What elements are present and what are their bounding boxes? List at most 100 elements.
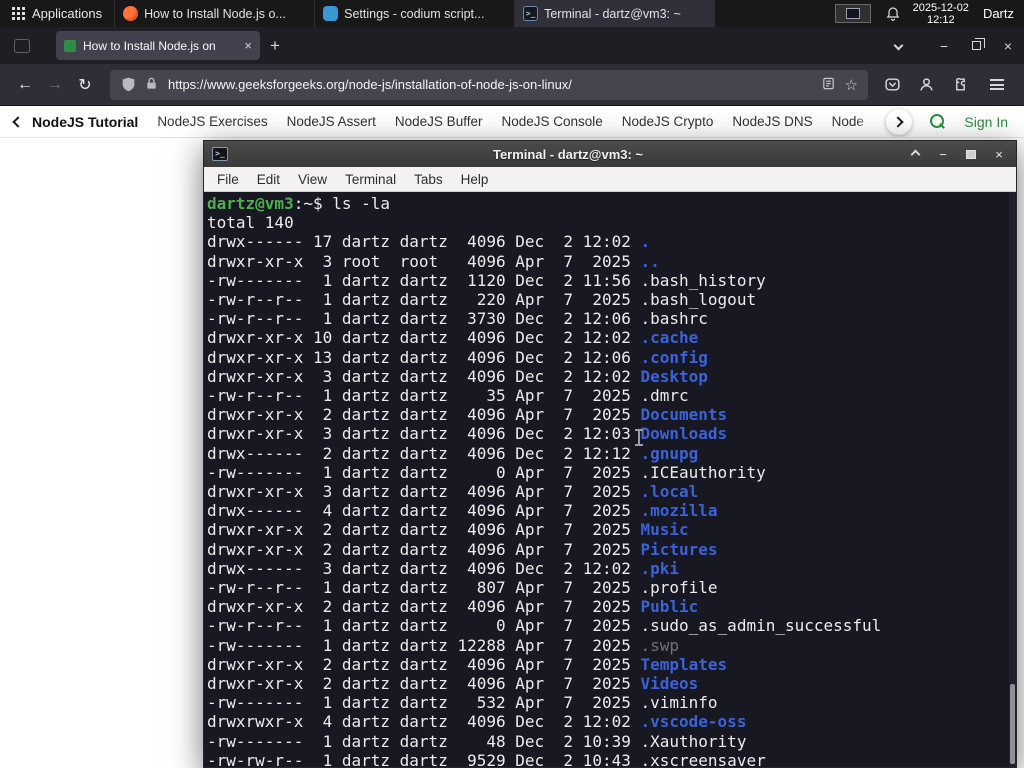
nav-link[interactable]: NodeJS Buffer [395, 114, 483, 129]
terminal-line: -rw-r--r-- 1 dartz dartz 220 Apr 7 2025 … [207, 290, 757, 310]
terminal-menu-file[interactable]: File [208, 172, 248, 187]
forward-button[interactable]: → [40, 76, 70, 94]
terminal-menubar: File Edit View Terminal Tabs Help [204, 167, 1016, 192]
terminal-line: dartz@vm3:~$ ls -la [207, 194, 391, 213]
mouse-cursor-ibeam [635, 429, 643, 446]
nav-link[interactable]: NodeJS Console [501, 114, 602, 129]
terminal-menu-edit[interactable]: Edit [248, 172, 289, 187]
caret-up-icon [910, 149, 920, 159]
panel-clock[interactable]: 2025-12-02 12:12 [913, 2, 969, 26]
pocket-icon[interactable] [884, 76, 901, 93]
terminal-titlebar[interactable]: >_ Terminal - dartz@vm3: ~ − × [204, 141, 1016, 167]
taskbar-item-label: Settings - codium script... [344, 6, 485, 21]
maximize-icon [966, 149, 976, 159]
browser-tab-active[interactable]: How to Install Node.js on × [56, 31, 260, 60]
terminal-window-controls: − × [908, 147, 1008, 162]
reader-mode-icon[interactable] [821, 76, 838, 93]
top-panel: Applications How to Install Node.js o...… [0, 0, 1024, 27]
nav-link[interactable]: NodeJS Assert [287, 114, 376, 129]
terminal-line: drwxr-xr-x 3 root root 4096 Apr 7 2025 .… [207, 251, 660, 271]
terminal-shade-button[interactable] [908, 147, 922, 161]
toolbar-right-icons [878, 76, 1014, 93]
terminal-app-icon: >_ [212, 147, 228, 161]
extensions-icon[interactable] [952, 76, 969, 93]
terminal-line: -rw------- 1 dartz dartz 1120 Dec 2 11:5… [207, 270, 766, 290]
account-icon[interactable] [918, 76, 935, 93]
panel-user[interactable]: Dartz [983, 6, 1024, 21]
firefox-tab-bar: How to Install Node.js on × + − × [0, 27, 1024, 64]
scrollbar-thumb[interactable] [1010, 684, 1015, 764]
terminal-line: drwxr-xr-x 2 dartz dartz 4096 Apr 7 2025… [207, 520, 689, 540]
tab-title: How to Install Node.js on [83, 38, 238, 53]
applications-menu[interactable]: Applications [0, 0, 116, 27]
clock-time: 12:12 [927, 13, 955, 26]
menu-button[interactable] [990, 79, 1004, 90]
terminal-line: drwxr-xr-x 2 dartz dartz 4096 Apr 7 2025… [207, 597, 699, 617]
reload-button[interactable]: ↻ [70, 75, 100, 95]
terminal-menu-tabs[interactable]: Tabs [405, 172, 452, 187]
terminal-line: -rw------- 1 dartz dartz 532 Apr 7 2025 … [207, 693, 718, 713]
search-icon[interactable] [930, 113, 946, 130]
restore-icon [971, 37, 985, 50]
terminal-line: -rw------- 1 dartz dartz 48 Dec 2 10:39 … [207, 731, 747, 751]
browser-restore-button[interactable] [960, 27, 992, 64]
workspace-window-icon [845, 8, 860, 19]
nav-scroll-left-icon[interactable] [12, 115, 24, 128]
new-tab-button[interactable]: + [270, 36, 280, 56]
tab-favicon [64, 39, 76, 52]
terminal-line: drwxr-xr-x 2 dartz dartz 4096 Apr 7 2025… [207, 674, 699, 694]
terminal-line: total 140 [207, 213, 294, 233]
terminal-line: drwx------ 4 dartz dartz 4096 Apr 7 2025… [207, 501, 718, 521]
nav-link[interactable]: NodeJS Crypto [622, 114, 714, 129]
terminal-line: drwx------ 3 dartz dartz 4096 Dec 2 12:0… [207, 558, 680, 578]
terminal-scrollbar[interactable] [1009, 192, 1016, 767]
url-text: https://www.geeksforgeeks.org/node-js/in… [168, 77, 572, 92]
nav-link[interactable]: NodeJS DNS [732, 114, 812, 129]
tab-close-icon[interactable]: × [244, 39, 252, 52]
terminal-menu-view[interactable]: View [289, 172, 336, 187]
list-all-tabs-icon[interactable] [893, 40, 904, 51]
firefox-toolbar: ← → ↻ https://www.geeksforgeeks.org/node… [0, 64, 1024, 106]
back-button[interactable]: ← [10, 76, 40, 94]
terminal-line: drwxrwxr-x 4 dartz dartz 4096 Dec 2 12:0… [207, 712, 747, 732]
terminal-body[interactable]: dartz@vm3:~$ ls -la total 140 drwx------ 1… [204, 192, 1016, 767]
terminal-line: -rw------- 1 dartz dartz 0 Apr 7 2025 .I… [207, 462, 766, 482]
terminal-line: drwx------ 17 dartz dartz 4096 Dec 2 12:… [207, 232, 651, 252]
terminal-line: drwxr-xr-x 3 dartz dartz 4096 Apr 7 2025… [207, 482, 699, 502]
lock-icon[interactable] [144, 76, 161, 93]
nav-link[interactable]: NodeJS Tutorial [32, 114, 138, 130]
terminal-line: drwxr-xr-x 2 dartz dartz 4096 Apr 7 2025… [207, 405, 728, 425]
workspace-pager[interactable] [834, 4, 871, 23]
terminal-menu-terminal[interactable]: Terminal [336, 172, 405, 187]
taskbar-item-firefox[interactable]: How to Install Node.js o... [115, 0, 316, 27]
terminal-line: drwxr-xr-x 13 dartz dartz 4096 Dec 2 12:… [207, 347, 708, 367]
browser-close-button[interactable]: × [992, 27, 1024, 64]
url-bar[interactable]: https://www.geeksforgeeks.org/node-js/in… [110, 69, 868, 100]
terminal-line: -rw-r--r-- 1 dartz dartz 807 Apr 7 2025 … [207, 578, 718, 598]
terminal-icon: >_ [523, 6, 539, 21]
chevron-right-icon [892, 115, 905, 128]
terminal-line: drwxr-xr-x 3 dartz dartz 4096 Dec 2 12:0… [207, 366, 708, 386]
terminal-maximize-button[interactable] [964, 147, 978, 161]
sign-in-button[interactable]: Sign In [964, 114, 1008, 130]
notification-bell-icon[interactable] [885, 6, 901, 22]
taskbar-item-settings[interactable]: Settings - codium script... [315, 0, 516, 27]
nav-scroll-right-button[interactable] [886, 108, 913, 135]
firefox-view-icon[interactable] [14, 38, 30, 53]
codium-icon [323, 6, 339, 21]
gfg-navbar: NodeJS Tutorial NodeJS Exercises NodeJS As… [0, 106, 1024, 138]
terminal-title: Terminal - dartz@vm3: ~ [492, 146, 644, 162]
terminal-menu-help[interactable]: Help [452, 172, 498, 187]
taskbar-item-label: How to Install Node.js o... [144, 6, 286, 21]
tracking-shield-icon[interactable] [120, 76, 137, 93]
terminal-close-button[interactable]: × [992, 147, 1006, 162]
firefox-icon [123, 6, 139, 21]
bookmark-star-icon[interactable]: ☆ [845, 76, 858, 94]
nav-link[interactable]: NodeJS Exercises [157, 114, 267, 129]
taskbar-item-terminal[interactable]: >_ Terminal - dartz@vm3: ~ [515, 0, 716, 27]
terminal-line: drwxr-xr-x 3 dartz dartz 4096 Dec 2 12:0… [207, 424, 728, 444]
terminal-line: drwxr-xr-x 10 dartz dartz 4096 Dec 2 12:… [207, 328, 699, 348]
terminal-line: drwxr-xr-x 2 dartz dartz 4096 Apr 7 2025… [207, 654, 728, 674]
browser-minimize-button[interactable]: − [928, 27, 960, 64]
terminal-minimize-button[interactable]: − [936, 147, 950, 162]
